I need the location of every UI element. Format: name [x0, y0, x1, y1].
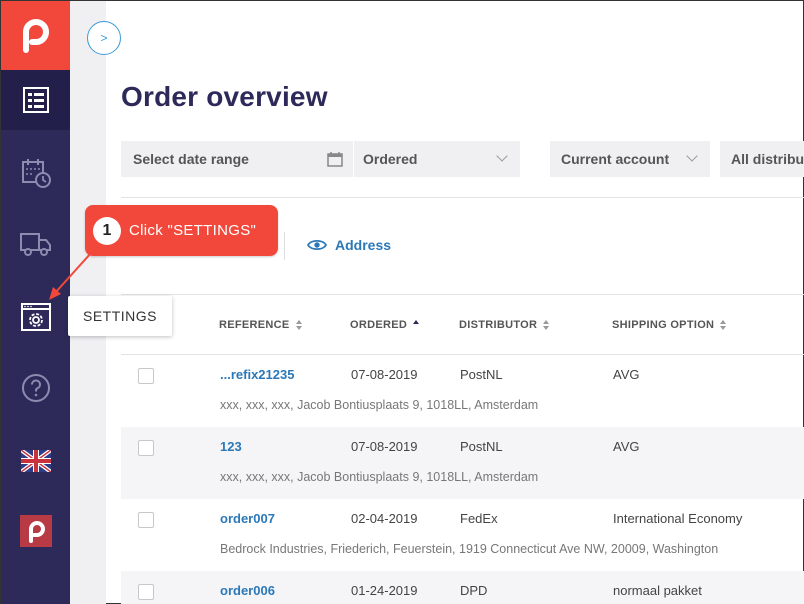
order-date: 07-08-2019 — [351, 439, 418, 454]
sort-icon — [720, 320, 727, 330]
sidebar-item-orders[interactable] — [1, 70, 70, 130]
settings-window-icon — [20, 303, 51, 331]
order-distributor: FedEx — [460, 511, 498, 526]
order-reference-link[interactable]: 123 — [220, 439, 242, 454]
divider — [121, 197, 804, 198]
column-header-ordered[interactable]: ORDERED — [350, 319, 420, 331]
order-date: 02-04-2019 — [351, 511, 418, 526]
column-header-shipping-option[interactable]: SHIPPING OPTION — [612, 319, 727, 331]
account-filter-value: Current account — [561, 151, 670, 167]
brand-logo-icon — [22, 18, 49, 53]
tab-address-label: Address — [335, 237, 392, 253]
distributor-filter-value: All distributors — [731, 151, 804, 167]
date-range-label: Select date range — [133, 151, 249, 167]
sort-icon — [543, 320, 550, 330]
chevron-down-icon — [496, 150, 508, 162]
order-distributor: PostNL — [460, 439, 503, 454]
column-header-label: REFERENCE — [219, 319, 290, 331]
brand-small-icon — [19, 515, 52, 547]
calendar-icon — [327, 152, 343, 167]
sidebar-item-language[interactable] — [1, 431, 70, 491]
sidebar-item-brand[interactable] — [1, 501, 70, 561]
order-reference-link[interactable]: order007 — [220, 511, 275, 526]
status-filter-value: Ordered — [363, 151, 418, 167]
tab-address[interactable]: Address — [307, 237, 391, 253]
order-distributor: PostNL — [460, 367, 503, 382]
order-shipping-option: AVG — [613, 367, 640, 382]
order-address: xxx, xxx, xxx, Jacob Bontiusplaats 9, 10… — [220, 470, 539, 484]
order-distributor: DPD — [460, 583, 488, 598]
row-checkbox[interactable] — [138, 584, 154, 600]
column-header-label: SHIPPING OPTION — [612, 319, 715, 331]
uk-flag-icon — [20, 450, 51, 472]
order-address: Bedrock Industries, Friederich, Feuerste… — [220, 542, 719, 556]
instruction-callout: 1 Click "SETTINGS" — [85, 205, 278, 256]
column-header-reference[interactable]: REFERENCE — [219, 319, 302, 331]
row-checkbox[interactable] — [138, 368, 154, 384]
pointer-arrow-icon — [49, 252, 92, 300]
instruction-text: Click "SETTINGS" — [129, 222, 257, 239]
order-shipping-option: AVG — [613, 439, 640, 454]
eye-icon — [307, 239, 327, 251]
column-header-label: DISTRIBUTOR — [459, 319, 538, 331]
date-range-filter[interactable]: Select date range — [121, 141, 353, 177]
brand-logo[interactable] — [1, 1, 70, 70]
order-date: 07-08-2019 — [351, 367, 418, 382]
column-header-label: ORDERED — [350, 319, 408, 331]
table-row[interactable]: ...refix21235 07-08-2019 PostNL AVG xxx,… — [121, 355, 804, 427]
help-icon — [21, 374, 50, 402]
table-row[interactable]: order007 02-04-2019 FedEx International … — [121, 499, 804, 571]
sidebar-item-help[interactable] — [1, 358, 70, 418]
row-checkbox[interactable] — [138, 440, 154, 456]
status-filter[interactable]: Ordered — [354, 141, 520, 177]
row-checkbox[interactable] — [138, 512, 154, 528]
distributor-filter[interactable]: All distributors — [720, 141, 804, 177]
order-shipping-option: normaal pakket — [613, 583, 702, 598]
table-row[interactable]: order006 01-24-2019 DPD normaal pakket — [121, 571, 804, 604]
step-number-badge: 1 — [93, 216, 121, 245]
column-header-distributor[interactable]: DISTRIBUTOR — [459, 319, 550, 331]
sort-icon — [295, 320, 302, 330]
sidebar-item-planning[interactable] — [1, 143, 70, 203]
chevron-down-icon — [686, 150, 698, 162]
page-title: Order overview — [121, 81, 328, 112]
order-date: 01-24-2019 — [351, 583, 418, 598]
sort-ascending-icon — [413, 320, 420, 330]
order-list-icon — [22, 87, 49, 113]
account-filter[interactable]: Current account — [550, 141, 710, 177]
order-reference-link[interactable]: ...refix21235 — [220, 367, 294, 382]
order-address: xxx, xxx, xxx, Jacob Bontiusplaats 9, 10… — [220, 398, 539, 412]
table-row[interactable]: 123 07-08-2019 PostNL AVG xxx, xxx, xxx,… — [121, 427, 804, 499]
tab-divider — [284, 232, 285, 260]
calendar-clock-icon — [21, 159, 51, 188]
divider — [121, 294, 804, 295]
order-reference-link[interactable]: order006 — [220, 583, 275, 598]
sidebar-toggle-button[interactable]: > — [87, 21, 121, 55]
order-shipping-option: International Economy — [613, 511, 743, 526]
